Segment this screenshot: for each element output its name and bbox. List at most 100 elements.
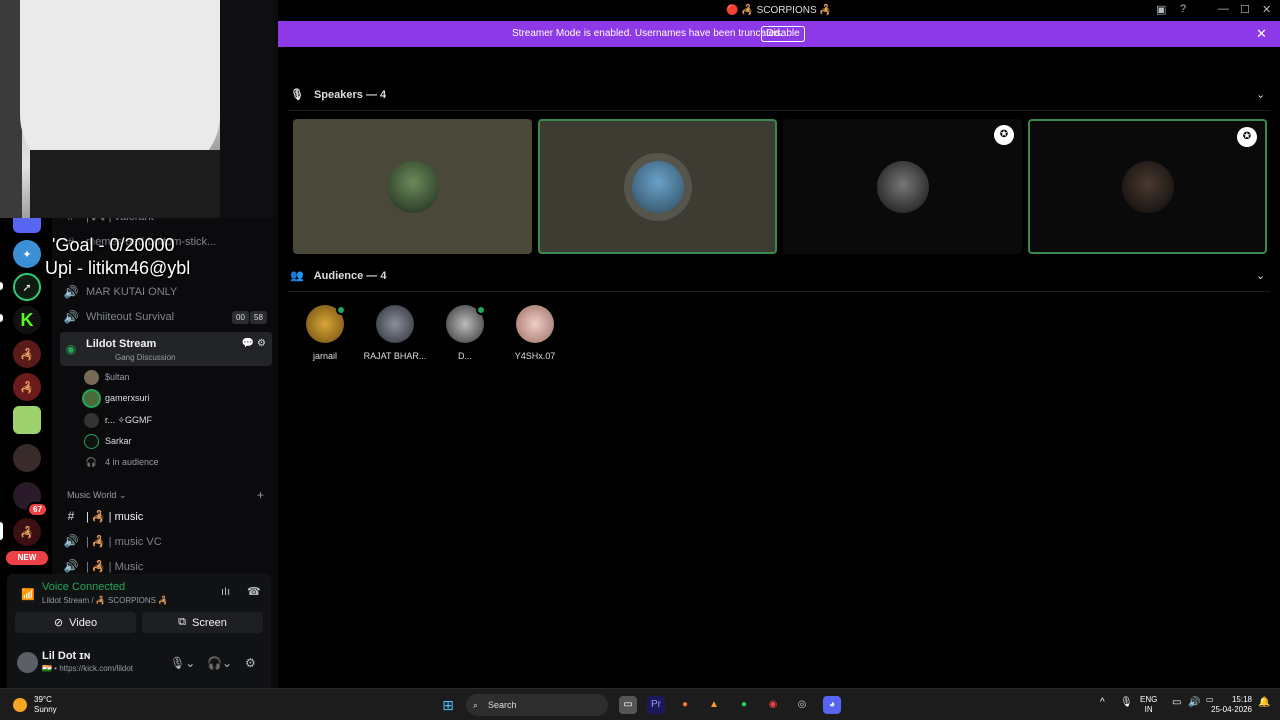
server-icon[interactable]: ➚ (13, 273, 41, 301)
streamer-mode-banner: Streamer Mode is enabled. Usernames have… (278, 21, 1280, 47)
voice-user[interactable]: $ultan (84, 367, 130, 387)
scorpions-server-icon[interactable]: 🦂 (13, 518, 41, 546)
webcam-overlay (0, 0, 275, 218)
noise-suppression-icon[interactable]: ıIı (221, 586, 230, 598)
stage-icon: ◉ (65, 342, 77, 356)
taskbar-search[interactable]: ⌕ Search (466, 694, 608, 716)
avatar (84, 390, 99, 406)
user-avatar[interactable] (17, 652, 38, 673)
server-icon[interactable]: 🦂 (13, 340, 41, 368)
user-count: 00 (232, 311, 249, 324)
chevron-up-icon[interactable]: ^ (1100, 698, 1105, 708)
voice-user[interactable]: gamerxsuri (84, 388, 150, 408)
headphones-icon: 🎧 (85, 456, 98, 467)
volume-icon[interactable]: 🔊 (1188, 698, 1200, 708)
file-explorer-icon[interactable]: ▭ (619, 696, 637, 714)
kick-server-icon[interactable]: K (13, 306, 41, 334)
language-indicator[interactable]: ENG IN (1140, 695, 1157, 715)
avatar (84, 412, 99, 428)
chrome-icon[interactable]: ◉ (764, 696, 782, 714)
server-icon[interactable]: ✦ (13, 240, 41, 268)
user-name[interactable]: Lil Dot ɪɴ (42, 650, 91, 662)
minimize-icon[interactable]: — (1218, 3, 1229, 15)
microphone-icon: 🎙 (290, 89, 304, 101)
audience-member[interactable]: D... (425, 305, 505, 361)
new-tag: NEW (6, 551, 48, 565)
avatar (386, 160, 439, 213)
screen-share-button[interactable]: ⧉ Screen (142, 612, 263, 633)
discord-icon[interactable]: ◕ (823, 696, 841, 714)
spotify-icon[interactable]: ● (735, 696, 753, 714)
speaker-tile[interactable] (293, 119, 532, 254)
server-folder-icon[interactable] (13, 444, 41, 472)
avatar (306, 305, 346, 343)
hash-icon: # (67, 509, 75, 523)
audience-header[interactable]: 👥 Audience — 4 (290, 269, 386, 283)
chevron-down-icon[interactable]: ⌄ (1256, 269, 1265, 282)
speaker-icon: 🔊 (63, 285, 79, 299)
avatar (84, 433, 99, 449)
signal-icon[interactable]: 📶 (21, 588, 35, 601)
obs-icon[interactable]: ◎ (793, 696, 811, 714)
online-status-icon (336, 305, 346, 315)
voice-status[interactable]: Voice Connected (42, 581, 125, 593)
banner-text: Streamer Mode is enabled. Usernames have… (512, 28, 783, 39)
fl-studio-icon[interactable]: ▲ (705, 696, 723, 714)
category-music-world[interactable]: Music World ⌄ (67, 490, 126, 501)
weather-widget[interactable]: 39°C Sunny (34, 695, 57, 715)
avatar (631, 160, 684, 213)
maximize-icon[interactable]: ☐ (1240, 3, 1250, 16)
windows-start-icon[interactable]: ⊞ (439, 696, 457, 714)
moderator-icon: ✪ (1237, 127, 1257, 147)
voice-user[interactable]: r... ✧GGMF (84, 410, 152, 430)
premiere-pro-icon[interactable]: Pr (647, 696, 665, 714)
add-channel-icon[interactable]: + (257, 488, 264, 502)
user-status: 🇮🇳 • https://kick.com/lildot (42, 664, 134, 673)
voice-user[interactable]: Sarkar (84, 431, 132, 451)
chevron-down-icon[interactable]: ⌄ (1256, 88, 1265, 101)
unread-indicator (0, 314, 3, 322)
channel-actions-icon[interactable]: 💬 ⚙ (242, 338, 266, 349)
speaker-tile-speaking[interactable]: ✪ (1028, 119, 1267, 254)
notification-bell-icon[interactable]: 🔔 (1258, 698, 1270, 708)
mention-badge: 67 (27, 502, 48, 517)
audience-member[interactable]: Y4SHx.07 (495, 305, 575, 361)
clock[interactable]: 15:18 25-04-2026 (1208, 695, 1252, 715)
server-icon[interactable] (13, 406, 41, 434)
screen-share-icon: ⧉ (178, 616, 186, 628)
avatar (446, 305, 486, 343)
inbox-icon[interactable]: ▣ (1156, 3, 1166, 16)
settings-gear-icon[interactable]: ⚙ (245, 656, 256, 670)
disconnect-icon[interactable]: ☎ (247, 585, 261, 598)
close-icon[interactable]: ✕ (1256, 26, 1267, 42)
weather-sun-icon[interactable] (13, 698, 27, 712)
avatar (84, 369, 99, 385)
server-icon[interactable]: 🦂 (13, 373, 41, 401)
audience-member[interactable]: RAJAT BHAR... (355, 305, 435, 361)
unread-indicator (0, 282, 3, 290)
help-icon[interactable]: ? (1180, 3, 1186, 15)
title-bar: 🔴 🦂 SCORPIONS 🦂 ▣ ? — ☐ ✕ (278, 0, 1280, 21)
disable-button[interactable]: Disable (761, 26, 805, 42)
channel-music[interactable]: # | 🦂 | music (60, 504, 272, 528)
selected-indicator (0, 522, 3, 540)
channel-music-vc[interactable]: 🔊 | 🦂 | music VC (60, 529, 272, 553)
close-window-icon[interactable]: ✕ (1262, 3, 1271, 16)
audience-member[interactable]: jarnail (285, 305, 365, 361)
avatar (516, 305, 554, 343)
speaker-tile-speaking[interactable] (538, 119, 777, 254)
network-icon[interactable]: ▭ (1172, 698, 1181, 708)
audience-count[interactable]: 🎧 4 in audience (84, 452, 159, 472)
video-button[interactable]: ⊘ Video (15, 612, 136, 633)
voice-location[interactable]: Lildot Stream / 🦂 SCORPIONS 🦂 (42, 596, 168, 605)
avatar (376, 305, 414, 343)
online-status-icon (476, 305, 486, 315)
microphone-icon[interactable]: 🎙 (1120, 698, 1133, 708)
speaker-tile[interactable]: ✪ (783, 119, 1022, 254)
channel-mar-kutai[interactable]: 🔊 MAR KUTAI ONLY (60, 280, 272, 304)
firefox-icon[interactable]: ● (676, 696, 694, 714)
microphone-icon[interactable]: 🎙⌄ (170, 656, 195, 670)
speakers-header[interactable]: 🎙 Speakers — 4 (290, 88, 386, 102)
speaker-icon: 🔊 (63, 559, 79, 573)
headphones-icon[interactable]: 🎧⌄ (207, 656, 232, 670)
